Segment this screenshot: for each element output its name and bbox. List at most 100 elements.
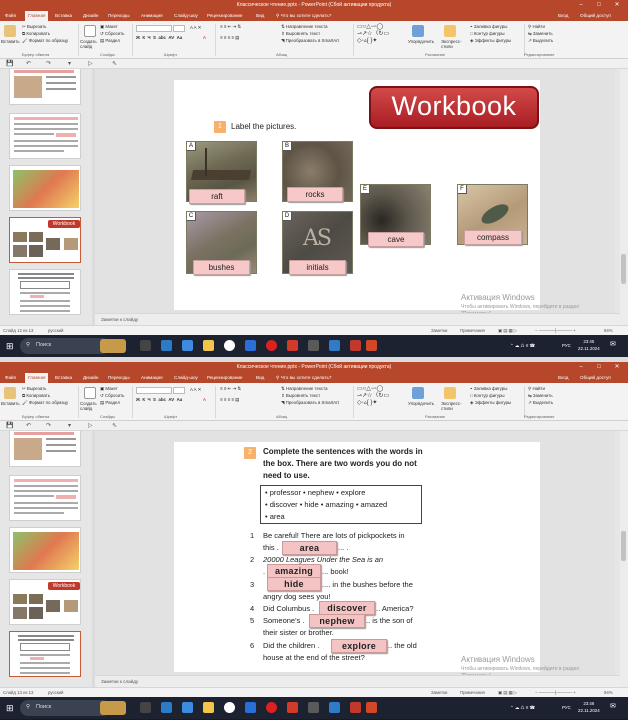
- slide-thumbnail-12[interactable]: 12 Workbook: [9, 579, 81, 625]
- font-size-box[interactable]: [173, 25, 185, 32]
- notes-placeholder[interactable]: Заметки к слайду: [101, 317, 138, 322]
- text-direction-button[interactable]: ⇅ Направление текста: [281, 386, 328, 392]
- tab-review[interactable]: Рецензирование: [207, 11, 242, 21]
- font-size-box[interactable]: [173, 387, 185, 394]
- slide-thumbnail-13[interactable]: 13: [9, 631, 81, 677]
- smartart-button[interactable]: ◥ Преобразовать в SmartArt: [281, 400, 339, 406]
- tab-home[interactable]: Главная: [25, 373, 49, 383]
- shapes-gallery[interactable]: ▭○△−▫◯ ⇀↗☆〈↻▭ ◇◦▵{ }✦: [357, 24, 389, 45]
- paste-button[interactable]: Вставить: [1, 401, 20, 407]
- powerpoint-taskbar-icon[interactable]: [366, 702, 377, 713]
- quick-styles-icon[interactable]: [444, 25, 456, 37]
- powerpoint-taskbar-icon[interactable]: [366, 340, 377, 351]
- section-button[interactable]: ▤ Раздел: [100, 400, 120, 406]
- shape-fill-button[interactable]: ◓ Заливка фигуры: [470, 24, 507, 30]
- cut-button[interactable]: ✂ Вырезать: [22, 386, 46, 392]
- share-button[interactable]: Общий доступ: [580, 11, 611, 21]
- slide-thumbnail-pane[interactable]: 10 11 12 Workbook 13: [0, 431, 90, 687]
- align-buttons[interactable]: ≡ ≡ ≡ ≡ ▤: [220, 397, 239, 403]
- shape-fill-button[interactable]: ◓ Заливка фигуры: [470, 386, 507, 392]
- task-view-icon[interactable]: [140, 340, 151, 351]
- tray-icons[interactable]: ⌃ ☁ ♺ ≡ ☎: [510, 342, 535, 349]
- edge-icon[interactable]: [161, 702, 172, 713]
- windows-start-icon[interactable]: ⊞: [6, 341, 14, 352]
- task-view-icon[interactable]: [140, 702, 151, 713]
- notes-toggle[interactable]: Заметки: [431, 328, 447, 333]
- store-icon[interactable]: [182, 340, 193, 351]
- edge-icon[interactable]: [161, 340, 172, 351]
- tray-language[interactable]: РУС: [562, 342, 571, 349]
- telegram-icon[interactable]: [350, 702, 361, 713]
- notes-toggle[interactable]: Заметки: [431, 690, 447, 695]
- arrange-icon[interactable]: [412, 387, 424, 399]
- taskbar-search[interactable]: ⚲ Поиск: [20, 338, 126, 354]
- taskbar-search[interactable]: ⚲ Поиск: [20, 700, 126, 716]
- new-slide-button[interactable]: Создать слайд: [80, 401, 100, 411]
- smartart-button[interactable]: ◥ Преобразовать в SmartArt: [281, 38, 339, 44]
- shape-outline-button[interactable]: □ Контур фигуры: [470, 393, 505, 399]
- format-painter-button[interactable]: 🖌 Формат по образцу: [22, 400, 68, 406]
- shape-effects-button[interactable]: ◈ Эффекты фигуры: [470, 38, 511, 44]
- slide-thumbnail-9[interactable]: [9, 431, 81, 467]
- opera-icon[interactable]: [266, 702, 277, 713]
- minimize-button[interactable]: –: [574, 0, 588, 11]
- notes-bar[interactable]: Заметки к слайду: [95, 313, 620, 325]
- slide-thumbnail-12[interactable]: 12 Workbook: [9, 217, 81, 263]
- close-button[interactable]: ✕: [610, 0, 624, 11]
- app-icon[interactable]: [308, 340, 319, 351]
- view-buttons[interactable]: ▣ ▤ ▦ ▷: [498, 690, 517, 696]
- slide-scrollbar[interactable]: [620, 431, 628, 687]
- tab-transitions[interactable]: Переходы: [108, 11, 130, 21]
- slide-thumbnail-11[interactable]: 11: [9, 527, 81, 573]
- notes-bar[interactable]: Заметки к слайду: [95, 675, 620, 687]
- find-button[interactable]: ⚲ Найти: [528, 386, 545, 392]
- restore-button[interactable]: □: [592, 0, 606, 11]
- tab-insert[interactable]: Вставка: [55, 373, 72, 383]
- tab-file[interactable]: Файл: [5, 373, 16, 383]
- tray-icons[interactable]: ⌃ ☁ ♺ ≡ ☎: [510, 704, 535, 711]
- minimize-button[interactable]: –: [574, 362, 588, 373]
- new-slide-icon[interactable]: [84, 387, 96, 399]
- cut-button[interactable]: ✂ Вырезать: [22, 24, 46, 30]
- signin-link[interactable]: Вход: [558, 11, 568, 21]
- share-button[interactable]: Общий доступ: [580, 373, 611, 383]
- tab-design[interactable]: Дизайн: [83, 373, 98, 383]
- pointer-icon[interactable]: ⇖: [112, 60, 117, 67]
- tell-me-box[interactable]: ⚲ Что вы хотите сделать?: [276, 11, 331, 21]
- notes-placeholder[interactable]: Заметки к слайду: [101, 679, 138, 684]
- select-button[interactable]: ↗ Выделить: [528, 400, 553, 406]
- yandex-icon[interactable]: [224, 340, 235, 351]
- explorer-icon[interactable]: [203, 702, 214, 713]
- start-slideshow-icon[interactable]: ▷: [88, 60, 93, 67]
- paste-button[interactable]: Вставить: [1, 39, 20, 45]
- select-button[interactable]: ↗ Выделить: [528, 38, 553, 44]
- redo-icon[interactable]: ↷: [46, 422, 51, 429]
- telegram-icon[interactable]: [350, 340, 361, 351]
- slide-thumbnail-11[interactable]: 11: [9, 165, 81, 211]
- mail-icon[interactable]: [329, 340, 340, 351]
- slide-thumbnail-13[interactable]: 13: [9, 269, 81, 315]
- shapes-gallery[interactable]: ▭○△−▫◯ ⇀↗☆〈↻▭ ◇◦▵{ }✦: [357, 386, 389, 407]
- close-button[interactable]: ✕: [610, 362, 624, 373]
- format-painter-button[interactable]: 🖌 Формат по образцу: [22, 38, 68, 44]
- redo-icon[interactable]: ↷: [46, 60, 51, 67]
- app-icon[interactable]: [308, 702, 319, 713]
- copy-button[interactable]: ⧉ Копировать: [22, 31, 50, 37]
- font-name-box[interactable]: [136, 25, 172, 32]
- replace-button[interactable]: ⇆ Заменить: [528, 31, 553, 37]
- new-slide-icon[interactable]: [84, 25, 96, 37]
- comments-toggle[interactable]: Примечания: [460, 328, 485, 333]
- zoom-level[interactable]: 94%: [604, 328, 613, 333]
- tab-home[interactable]: Главная: [25, 11, 49, 21]
- comments-toggle[interactable]: Примечания: [460, 690, 485, 695]
- zoom-level[interactable]: 94%: [604, 690, 613, 695]
- language-indicator[interactable]: русский: [48, 328, 63, 333]
- align-text-button[interactable]: ⇕ Выровнять текст: [281, 31, 320, 37]
- zoom-slider[interactable]: − ─────┼───── +: [535, 690, 576, 695]
- start-slideshow-icon[interactable]: ▷: [88, 422, 93, 429]
- zoom-slider[interactable]: − ─────┼───── +: [535, 328, 576, 333]
- signin-link[interactable]: Вход: [558, 373, 568, 383]
- reset-button[interactable]: ↺ Сбросить: [100, 31, 124, 37]
- opera-icon[interactable]: [266, 340, 277, 351]
- quick-styles-button[interactable]: Экспресс-стили: [441, 401, 465, 411]
